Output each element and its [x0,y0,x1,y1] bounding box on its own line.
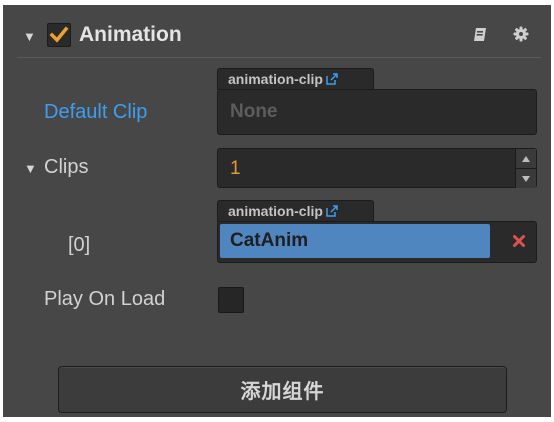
triangle-up-icon [522,155,530,162]
default-clip-field[interactable]: None [217,89,537,135]
play-on-load-checkbox[interactable] [218,287,244,313]
decrement-button[interactable] [516,169,536,188]
default-clip-label: Default Clip [44,101,148,123]
default-clip-value: None [230,101,278,122]
external-link-icon[interactable] [325,203,339,223]
checkmark-icon [49,26,69,43]
clip-item-type-tag: animation-clip [217,200,374,222]
increment-button[interactable] [516,149,536,169]
clips-count-spinner[interactable] [515,149,536,188]
external-link-icon[interactable] [325,71,339,91]
default-clip-type-tag: animation-clip [217,68,374,90]
clips-count-value: 1 [230,158,241,179]
component-title: Animation [79,23,182,46]
clip-asset-name: CatAnim [230,230,309,251]
component-enabled-checkbox[interactable] [47,23,71,47]
clips-label: Clips [44,156,89,178]
clips-count-field[interactable]: 1 [217,148,537,188]
close-icon [513,235,525,247]
clip-index-label: [0] [68,234,91,256]
animation-component-panel: ▼ Animation Default Clip animation-clip … [3,5,551,417]
remove-clip-button[interactable] [508,230,530,252]
collapse-arrow-icon[interactable]: ▼ [23,30,36,43]
clips-expand-arrow-icon[interactable]: ▼ [24,162,37,175]
book-icon[interactable] [472,27,488,47]
header-divider [17,57,541,58]
clip-asset-value[interactable]: CatAnim [220,224,490,258]
gear-icon[interactable] [513,26,529,47]
play-on-load-label: Play On Load [44,288,166,310]
clip-item-field[interactable]: CatAnim [217,221,537,263]
add-component-button[interactable]: 添加组件 [58,366,507,413]
triangle-down-icon [522,175,530,182]
component-header[interactable]: ▼ Animation [3,5,551,55]
